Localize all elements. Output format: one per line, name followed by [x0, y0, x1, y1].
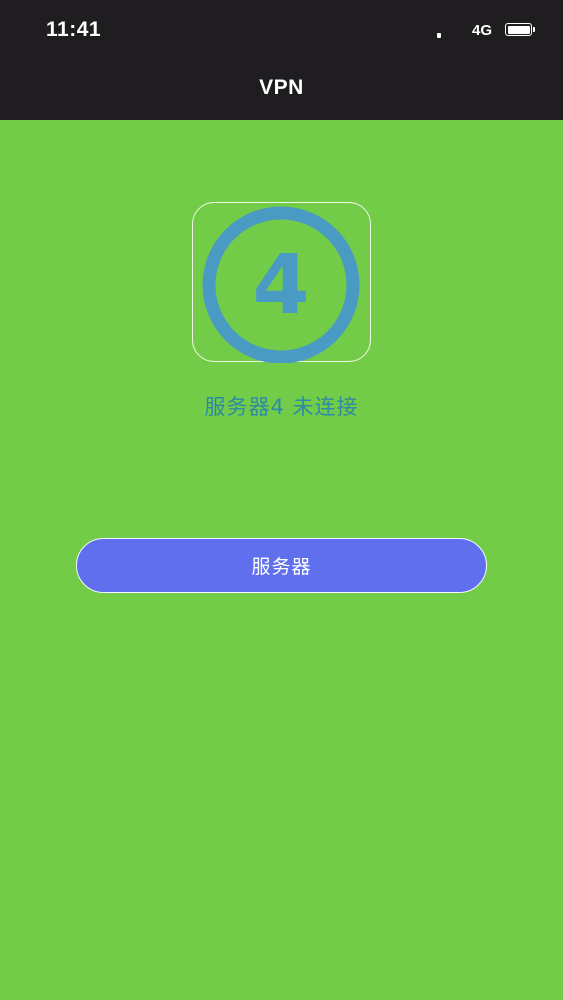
server-select-button[interactable]: 服务器 [76, 538, 487, 593]
status-time: 11:41 [46, 18, 102, 41]
network-type: 4G [472, 22, 493, 39]
server-button-label: 服务器 [251, 556, 312, 578]
navigation-bar: VPN [0, 60, 563, 120]
number-circle-icon: 4 [202, 206, 360, 363]
connection-status-label: 服务器4 未连接 [204, 395, 359, 419]
server-number-icon: 4 [192, 202, 371, 363]
server-number: 4 [252, 238, 309, 333]
status-bar: 11:41 4G [0, 0, 563, 60]
signal-icon [437, 33, 441, 38]
battery-icon [505, 23, 532, 36]
page-title: VPN [259, 76, 304, 99]
battery-tip [533, 27, 535, 32]
